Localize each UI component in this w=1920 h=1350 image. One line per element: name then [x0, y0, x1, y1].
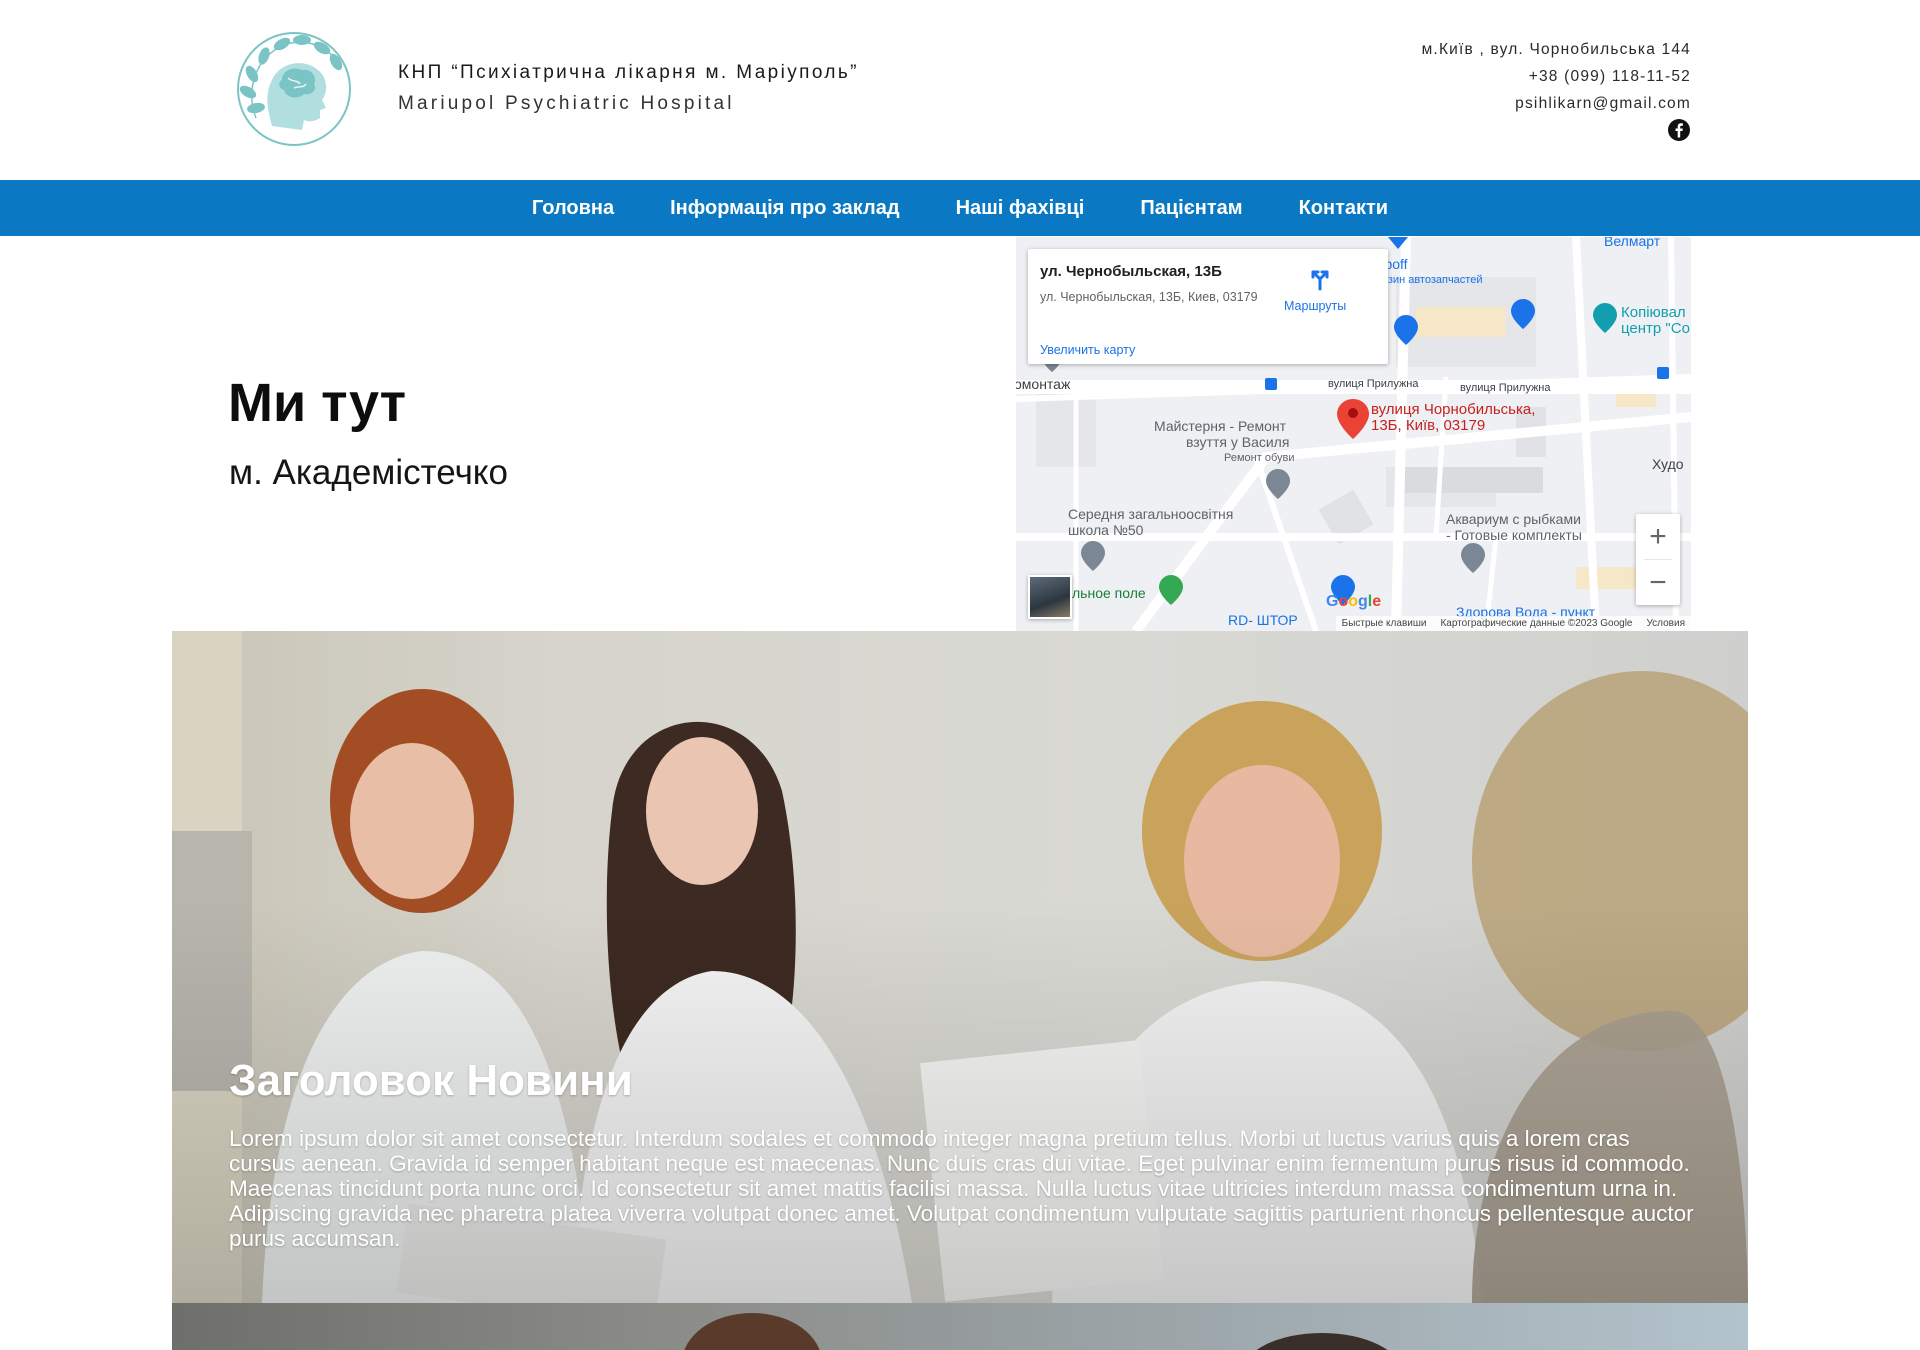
map-poi-belmart: Велмарт — [1604, 237, 1661, 249]
enlarge-map-link[interactable]: Увеличить карту — [1040, 343, 1135, 357]
map-marker-label-2: 13Б, Київ, 03179 — [1371, 417, 1486, 434]
zoom-in-button[interactable]: + — [1636, 514, 1680, 559]
map-street-2: вулиця Прилужна — [1460, 382, 1551, 394]
map-marker-label: вулиця Чорнобильська, — [1371, 401, 1536, 418]
map-poi-montage: омонтаж — [1016, 376, 1071, 392]
map-poi-parts-sub: агазин автозапчастей — [1372, 274, 1483, 286]
hospital-name-en: Mariupol Psychiatric Hospital — [398, 93, 735, 114]
map-poi-copy: Копіювал — [1621, 304, 1686, 321]
map-card-title: ул. Чернобыльская, 13Б — [1040, 263, 1222, 280]
map-poi-rd: RD- ШТОР — [1228, 612, 1298, 628]
facebook-icon[interactable] — [1667, 118, 1691, 142]
map-info-card: ул. Чернобыльская, 13Б ул. Чернобыльская… — [1028, 249, 1388, 364]
map-zoom-control: + − — [1636, 514, 1680, 605]
nav-item-specialists[interactable]: Наші фахівці — [956, 197, 1085, 220]
nav-item-contacts[interactable]: Контакти — [1299, 197, 1389, 220]
nav-item-about[interactable]: Інформація про заклад — [670, 197, 899, 220]
map-card-address: ул. Чернобыльская, 13Б, Киев, 03179 — [1040, 290, 1258, 304]
news-title[interactable]: Заголовок Новини — [229, 1056, 633, 1106]
map-poi-copy-sub: центр "Co — [1621, 320, 1690, 337]
contact-phone[interactable]: +38 (099) 118-11-52 — [1422, 63, 1691, 90]
map-poi-field: льное поле — [1072, 585, 1146, 601]
news-body: Lorem ipsum dolor sit amet consectetur. … — [229, 1126, 1694, 1251]
location-title: Ми тут — [228, 373, 407, 433]
map-poi-workshop-3: Ремонт обуви — [1224, 452, 1295, 464]
hospital-logo[interactable] — [228, 22, 360, 156]
map-footer: Быстрые клавиши Картографические данные … — [1335, 616, 1691, 631]
map-poi-school: Середня загальноосвітня — [1068, 506, 1234, 522]
news-card[interactable]: Заголовок Новини Lorem ipsum dolor sit a… — [172, 631, 1748, 1303]
contact-address: м.Київ , вул. Чорнобильська 144 — [1421, 41, 1691, 58]
location-subtitle: м. Академістечко — [229, 453, 508, 492]
map-poi-workshop: Майстерня - Ремонт — [1154, 418, 1287, 434]
nav-item-patients[interactable]: Пацієнтам — [1140, 197, 1242, 220]
map-poi-workshop-2: взуття у Василя — [1186, 434, 1290, 450]
map-poi-aquarium-2: - Готовые комплекты — [1446, 527, 1582, 543]
map-keyboard-shortcuts[interactable]: Быстрые клавиши — [1342, 616, 1427, 631]
contact-block: м.Київ , вул. Чорнобильська 144 +38 (099… — [1422, 36, 1691, 117]
site-header: КНП “Психіатрична лікарня м. Маріуполь” … — [0, 0, 1920, 180]
directions-link[interactable]: Маршруты — [1284, 299, 1346, 313]
directions-icon[interactable] — [1308, 267, 1332, 291]
nav-item-home[interactable]: Головна — [532, 197, 614, 220]
map-poi-aquarium: Аквариум с рыбками — [1446, 511, 1581, 527]
map-street-1: вулиця Прилужна — [1328, 378, 1419, 390]
map-terms-link[interactable]: Условия — [1646, 616, 1685, 631]
google-map[interactable]: Велмарт arpoff агазин автозапчастей Копі… — [1016, 237, 1691, 631]
news-card-next[interactable] — [172, 1303, 1748, 1350]
contact-email[interactable]: psihlikarn@gmail.com — [1422, 90, 1691, 117]
hospital-name: КНП “Психіатрична лікарня м. Маріуполь” — [398, 62, 859, 83]
map-poi-hudo: Худо — [1652, 456, 1684, 472]
street-view-thumbnail[interactable] — [1028, 575, 1072, 619]
google-logo: Google — [1326, 593, 1382, 610]
zoom-out-button[interactable]: − — [1636, 560, 1680, 605]
news-photo-next — [684, 1313, 1388, 1350]
main-nav: Головна Інформація про заклад Наші фахів… — [0, 180, 1920, 236]
map-poi-school-2: школа №50 — [1068, 522, 1144, 538]
map-data-attribution: Картографические данные ©2023 Google — [1440, 618, 1633, 629]
